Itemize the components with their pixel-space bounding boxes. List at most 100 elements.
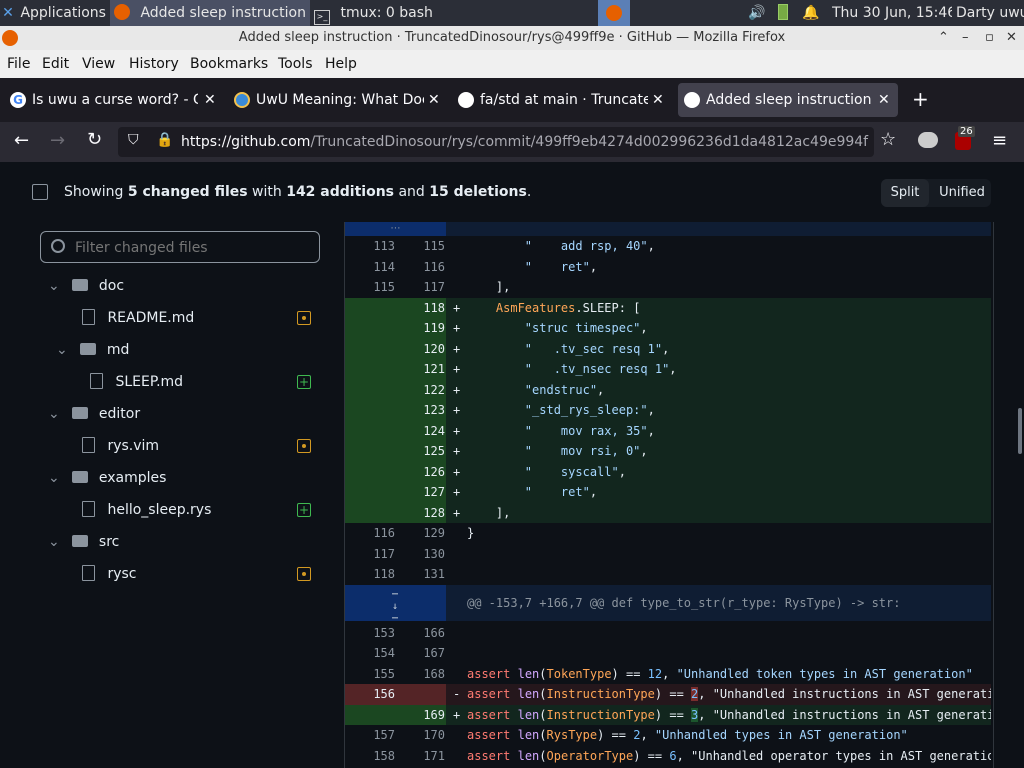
hamburger-menu-icon[interactable]: ≡ xyxy=(992,130,1007,151)
new-line-number[interactable]: 117 xyxy=(395,277,445,298)
new-line-number[interactable]: 115 xyxy=(395,236,445,257)
new-line-number[interactable]: 170 xyxy=(395,725,445,746)
old-line-number[interactable]: 113 xyxy=(345,236,395,257)
tree-folder-editor[interactable]: ⌄ editor xyxy=(48,400,140,428)
new-line-number[interactable]: 171 xyxy=(395,746,445,767)
old-line-number[interactable]: 114 xyxy=(345,257,395,278)
shield-icon[interactable]: ⛉ xyxy=(128,132,139,148)
window-minimize-button[interactable]: – xyxy=(962,26,969,50)
tree-file-hello-sleep[interactable]: hello_sleep.rys + xyxy=(80,496,320,524)
new-line-number[interactable]: 123 xyxy=(395,400,445,421)
tree-folder-examples[interactable]: ⌄ examples xyxy=(48,464,166,492)
filter-files-box[interactable] xyxy=(40,231,320,263)
menu-file[interactable]: File xyxy=(7,56,30,72)
menu-view[interactable]: View xyxy=(82,56,115,72)
split-view-button[interactable]: Split xyxy=(881,179,929,207)
diff-sign: + xyxy=(453,341,461,356)
lock-icon[interactable]: 🔒 xyxy=(156,132,173,148)
file-icon xyxy=(82,437,95,453)
applications-menu[interactable]: ✕ Applications xyxy=(0,0,108,26)
new-line-number[interactable]: 124 xyxy=(395,421,445,442)
toggle-file-tree-icon[interactable] xyxy=(32,184,48,200)
old-line-number[interactable]: 153 xyxy=(345,623,395,644)
forward-arrow-icon[interactable]: → xyxy=(50,130,65,151)
old-line-number[interactable]: 115 xyxy=(345,277,395,298)
tree-folder-doc[interactable]: ⌄ doc xyxy=(48,272,124,300)
new-line-number[interactable]: 169 xyxy=(395,705,445,726)
taskbar-window-firefox[interactable]: Added sleep instruction ... xyxy=(110,0,310,26)
expand-hunk-top[interactable]: ⋯ xyxy=(345,222,991,236)
url-text[interactable]: https://github.com/TruncatedDinosour/rys… xyxy=(181,127,871,157)
reload-icon[interactable]: ↻ xyxy=(87,129,102,150)
new-line-number[interactable]: 131 xyxy=(395,564,445,585)
page-scrollbar[interactable] xyxy=(1018,408,1022,454)
new-line-number[interactable]: 120 xyxy=(395,339,445,360)
old-line-number[interactable]: 157 xyxy=(345,725,395,746)
old-line-number[interactable]: 118 xyxy=(345,564,395,585)
tab-uwu-meaning[interactable]: UwU Meaning: What Doe ✕ xyxy=(228,83,446,117)
tree-file-sleep-md[interactable]: SLEEP.md + xyxy=(88,368,320,396)
clock[interactable]: Thu 30 Jun, 15:46 xyxy=(832,0,952,26)
new-line-number[interactable]: 126 xyxy=(395,462,445,483)
notification-bell-icon[interactable]: 🔔 xyxy=(802,0,820,26)
tab-fa-std[interactable]: fa/std at main · Truncate ✕ xyxy=(452,83,670,117)
new-line-number[interactable]: 125 xyxy=(395,441,445,462)
window-shade-button[interactable]: ⌃ xyxy=(938,26,949,50)
menu-tools[interactable]: Tools xyxy=(278,56,313,72)
filter-files-input[interactable] xyxy=(73,236,315,260)
window-maximize-button[interactable]: ▫ xyxy=(985,26,994,50)
bookmark-star-icon[interactable]: ☆ xyxy=(880,129,896,150)
workspace-firefox-button[interactable] xyxy=(598,0,630,26)
old-line-number[interactable]: 154 xyxy=(345,643,395,664)
hunk-header[interactable]: ⋯ ↓ ⋯ @@ -153,7 +166,7 @@ def type_to_str(r… xyxy=(345,584,991,621)
new-line-number[interactable]: 129 xyxy=(395,523,445,544)
new-line-number[interactable]: 166 xyxy=(395,623,445,644)
old-line-number[interactable]: 117 xyxy=(345,544,395,565)
diff-code: ], xyxy=(467,505,511,520)
new-line-number[interactable]: 127 xyxy=(395,482,445,503)
tree-folder-src[interactable]: ⌄ src xyxy=(48,528,119,556)
menu-bookmarks[interactable]: Bookmarks xyxy=(190,56,268,72)
menu-help[interactable]: Help xyxy=(325,56,357,72)
menu-history[interactable]: History xyxy=(129,56,179,72)
menu-edit[interactable]: Edit xyxy=(42,56,69,72)
battery-icon[interactable] xyxy=(778,0,792,26)
new-line-number[interactable]: 118 xyxy=(395,298,445,319)
new-line-number[interactable]: 116 xyxy=(395,257,445,278)
diff-code: ], xyxy=(467,280,511,294)
tree-file-rys-vim[interactable]: rys.vim xyxy=(80,432,320,460)
tree-file-readme[interactable]: README.md xyxy=(80,304,320,332)
volume-icon[interactable]: 🔊 xyxy=(748,0,768,26)
new-line-number[interactable]: 119 xyxy=(395,318,445,339)
tab-close-icon[interactable]: ✕ xyxy=(204,83,216,117)
new-line-number[interactable]: 121 xyxy=(395,359,445,380)
new-line-number[interactable]: 168 xyxy=(395,664,445,685)
extension-icon[interactable] xyxy=(918,132,938,148)
new-line-number[interactable]: 122 xyxy=(395,380,445,401)
user-menu[interactable]: Darty uwu xyxy=(956,0,1024,26)
back-arrow-icon[interactable]: ← xyxy=(14,130,29,151)
tree-folder-md[interactable]: ⌄ md xyxy=(56,336,129,364)
old-line-number[interactable]: 116 xyxy=(345,523,395,544)
new-tab-plus-icon[interactable]: + xyxy=(912,87,929,111)
tree-file-rysc[interactable]: rysc xyxy=(80,560,320,588)
tab-close-icon[interactable]: ✕ xyxy=(428,83,440,117)
tab-google[interactable]: G Is uwu a curse word? - G ✕ xyxy=(4,83,222,117)
unified-view-button[interactable]: Unified xyxy=(933,179,991,207)
expand-hunk-icon[interactable]: ⋯ ↓ ⋯ xyxy=(385,585,405,621)
search-icon xyxy=(51,239,65,253)
old-line-number[interactable]: 156 xyxy=(345,684,395,705)
tab-close-icon[interactable]: ✕ xyxy=(878,83,890,117)
new-line-number[interactable]: 128 xyxy=(395,503,445,524)
taskbar-window-terminal[interactable]: >_ tmux: 0 bash xyxy=(312,0,508,26)
diff-line: 120 + " .tv_sec resq 1", xyxy=(345,338,991,360)
url-bar[interactable]: ⛉ 🔒 https://github.com/TruncatedDinosour… xyxy=(118,127,874,157)
new-line-number[interactable]: 167 xyxy=(395,643,445,664)
old-line-number[interactable]: 158 xyxy=(345,746,395,767)
new-line-number[interactable]: 130 xyxy=(395,544,445,565)
window-close-button[interactable]: ✕ xyxy=(1006,26,1017,50)
expand-up-icon[interactable]: ⋯ xyxy=(345,222,446,236)
tab-close-icon[interactable]: ✕ xyxy=(652,83,664,117)
tab-added-sleep-instruction[interactable]: Added sleep instruction ✕ xyxy=(678,83,898,117)
old-line-number[interactable]: 155 xyxy=(345,664,395,685)
